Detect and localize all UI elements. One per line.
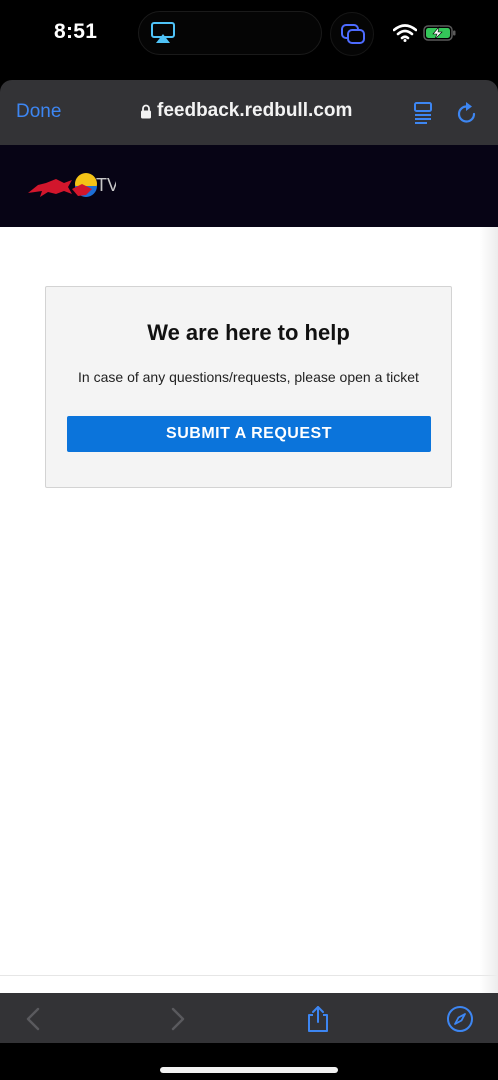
url-text: feedback.redbull.com [157, 100, 353, 121]
browser-toolbar [0, 993, 498, 1043]
status-time: 8:51 [54, 20, 98, 43]
reader-icon[interactable] [413, 101, 433, 125]
airplay-icon [151, 22, 175, 43]
home-indicator[interactable] [160, 1067, 338, 1073]
redbull-tv-logo[interactable]: TV [26, 167, 116, 207]
submit-request-button[interactable]: SUBMIT A REQUEST [67, 416, 431, 452]
url-field[interactable]: feedback.redbull.com [140, 100, 352, 122]
dynamic-island-secondary[interactable] [330, 12, 374, 56]
compass-icon[interactable] [446, 1005, 474, 1033]
page-edge-shadow [480, 227, 498, 993]
battery-charging-icon [423, 25, 456, 41]
help-card: We are here to help In case of any quest… [45, 286, 452, 488]
logo-text: TV [96, 175, 116, 195]
done-button[interactable]: Done [16, 101, 61, 123]
dynamic-island[interactable] [138, 11, 322, 55]
lock-icon [141, 104, 151, 118]
browser-address-bar: Done feedback.redbull.com [0, 80, 498, 145]
page-content: We are here to help In case of any quest… [0, 227, 498, 993]
stack-icon [341, 24, 365, 44]
reload-icon[interactable] [456, 101, 478, 125]
home-indicator-area [0, 1043, 498, 1080]
card-title: We are here to help [147, 320, 350, 345]
status-bar: 8:51 [0, 0, 498, 70]
forward-icon[interactable] [163, 1005, 191, 1033]
card-description: In case of any questions/requests, pleas… [78, 369, 419, 385]
divider [0, 975, 498, 976]
wifi-icon [393, 24, 417, 42]
back-icon[interactable] [20, 1005, 48, 1033]
site-header: TV [0, 145, 498, 227]
share-icon[interactable] [304, 1005, 332, 1033]
